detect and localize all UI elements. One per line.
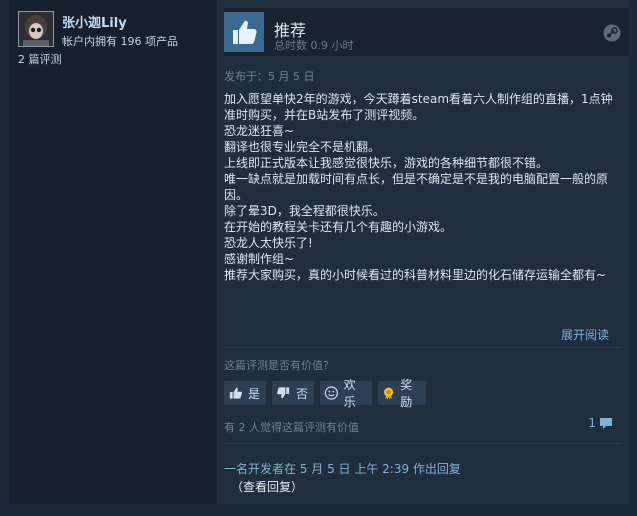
- smiley-icon: [324, 386, 339, 400]
- divider: [224, 347, 622, 348]
- thumbs-up-icon: [224, 12, 264, 52]
- review-line: 加入愿望单快2年的游戏，今天蹲着steam看着六人制作组的直播，1点钟准时购买，…: [224, 92, 613, 122]
- review-line: 在开始的教程关卡还有几个有趣的小游戏。: [224, 220, 453, 234]
- comment-count: 1: [588, 416, 596, 430]
- review-line: 翻译也很专业完全不是机翻。: [224, 140, 381, 154]
- reviewer-panel: [10, 0, 216, 504]
- playtime-hours: 总时数 0.9 小时: [274, 39, 354, 52]
- review-main: 推荐 总时数 0.9 小时 发布于：5 月 5 日 加入愿望单快2年的游戏，今天…: [217, 0, 629, 504]
- steam-icon: [603, 24, 621, 42]
- review-line: 推荐大家购买，真的小时候看过的科普材料里边的化石储存运输全都有~: [224, 268, 607, 282]
- review-line: 上线即正式版本让我感觉很快乐，游戏的各种细节都很不错。: [224, 156, 549, 170]
- vote-header[interactable]: 推荐 总时数 0.9 小时: [224, 8, 629, 56]
- vote-no-label: 否: [295, 386, 308, 401]
- view-response-link[interactable]: （查看回复）: [231, 478, 303, 495]
- review-line: 感谢制作组~: [224, 252, 295, 266]
- vote-yes-label: 是: [247, 386, 260, 401]
- review-body: 加入愿望单快2年的游戏，今天蹲着steam看着六人制作组的直播，1点钟准时购买，…: [224, 91, 622, 307]
- thumbs-down-icon: [277, 387, 290, 399]
- text-fade: [224, 285, 622, 307]
- reviewer-name[interactable]: 张小迦Lily: [62, 12, 127, 31]
- helpful-question: 这篇评测是否有价值?: [224, 359, 329, 372]
- posted-date: 发布于：5 月 5 日: [224, 70, 315, 83]
- award-label: 奖励: [400, 378, 413, 409]
- award-button[interactable]: 奖励: [378, 378, 426, 409]
- award-icon: [384, 387, 394, 400]
- divider: [224, 443, 622, 444]
- found-helpful-count: 有 2 人觉得这篇评测有价值: [224, 421, 359, 434]
- vote-funny-label: 欢乐: [343, 378, 356, 409]
- thumbs-up-icon: [229, 387, 242, 399]
- review-line: 除了晕3D，我全程都很快乐。: [224, 204, 385, 218]
- review-line: 唯一缺点就是加载时间有点长，但是不确定是不是我的电脑配置一般的原因。: [224, 172, 609, 202]
- developer-response-note: 一名开发者在 5 月 5 日 上午 2:39 作出回复: [224, 462, 461, 476]
- comment-icon: [600, 417, 612, 429]
- vote-no-button[interactable]: 否: [272, 381, 314, 405]
- products-owned[interactable]: 帐户内拥有 196 项产品: [62, 33, 178, 49]
- review-line: 恐龙迷狂喜~: [224, 124, 295, 138]
- expand-review-link[interactable]: 展开阅读: [561, 326, 609, 343]
- review-count[interactable]: 2 篇评测: [18, 51, 62, 67]
- comment-link[interactable]: 1: [588, 416, 613, 430]
- avatar[interactable]: [18, 11, 54, 47]
- vote-yes-button[interactable]: 是: [224, 381, 266, 405]
- vote-funny-button[interactable]: 欢乐: [320, 378, 372, 409]
- review-line: 恐龙人太快乐了!: [224, 236, 313, 250]
